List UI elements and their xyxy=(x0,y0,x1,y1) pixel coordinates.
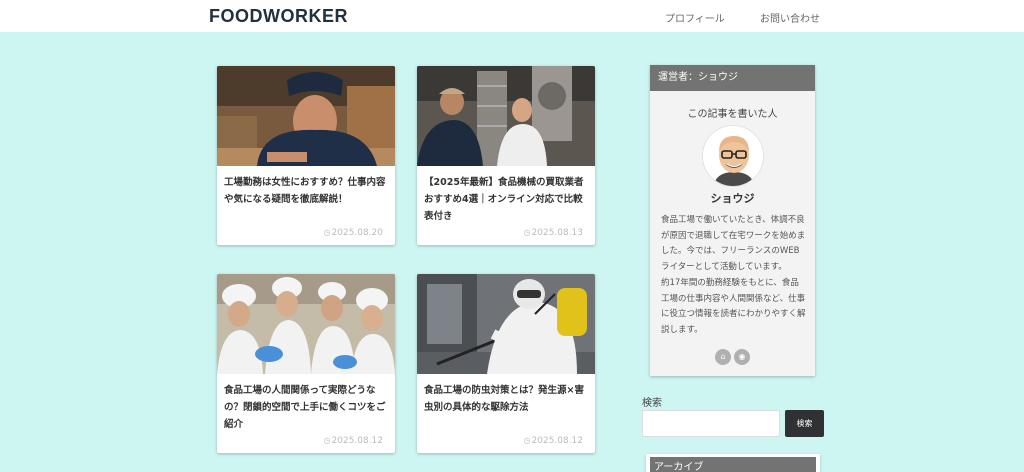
author-widget-header: 運営者：ショウジ xyxy=(650,65,815,91)
article-thumbnail[interactable] xyxy=(417,66,595,166)
author-bio: 食品工場で働いていたとき、体調不良が原因で退職して在宅ワークを始めました。今では… xyxy=(661,215,806,272)
article-thumbnail[interactable] xyxy=(217,274,395,374)
article-title[interactable]: 食品工場の防虫対策とは？発生源×害虫別の具体的な駆除方法 xyxy=(424,382,590,416)
nav-link-contact[interactable]: お問い合わせ xyxy=(760,10,820,25)
search-label: 検索 xyxy=(642,398,662,409)
avatar xyxy=(702,125,764,187)
search-button[interactable]: 検索 xyxy=(785,410,824,437)
article-date: ◷2025.08.13 xyxy=(523,228,583,238)
rss-icon[interactable]: ◉ xyxy=(734,349,750,365)
article-date: ◷2025.08.20 xyxy=(323,228,383,238)
archive-widget: アーカイブ xyxy=(646,454,820,472)
author-label: この記事を書いた人 xyxy=(687,109,778,120)
article-date: ◷2025.08.12 xyxy=(523,436,583,446)
article-thumbnail[interactable] xyxy=(217,66,395,166)
archive-widget-header: アーカイブ xyxy=(650,457,816,472)
article-title[interactable]: 食品工場の人間関係って実際どうなの？閉鎖的空間で上手に働くコツをご紹介 xyxy=(224,382,390,433)
site-logo[interactable]: FOODWORKER xyxy=(209,6,348,27)
article-card[interactable]: 食品工場の防虫対策とは？発生源×害虫別の具体的な駆除方法 ◷2025.08.12 xyxy=(417,274,595,453)
article-title[interactable]: 工場勤務は女性におすすめ？仕事内容や気になる疑問を徹底解説！ xyxy=(224,174,390,208)
author-name: ショウジ xyxy=(710,192,755,205)
article-thumbnail[interactable] xyxy=(417,274,595,374)
avatar-illustration xyxy=(703,126,763,186)
article-title[interactable]: 【2025年最新】食品機械の買取業者おすすめ4選｜オンライン対応で比較表付き xyxy=(424,174,590,225)
clock-icon: ◷ xyxy=(523,228,531,237)
author-widget: 運営者：ショウジ この記事を書いた人 ショウジ 食品工場で働いていたとき、体調不… xyxy=(650,65,815,376)
nav-link-profile[interactable]: プロフィール xyxy=(665,10,725,25)
article-date: ◷2025.08.12 xyxy=(323,436,383,446)
article-card[interactable]: 【2025年最新】食品機械の買取業者おすすめ4選｜オンライン対応で比較表付き ◷… xyxy=(417,66,595,245)
search-input[interactable] xyxy=(642,410,780,437)
home-icon[interactable]: ⌂ xyxy=(715,349,731,365)
site-header: FOODWORKER プロフィール お問い合わせ xyxy=(0,0,1024,32)
clock-icon: ◷ xyxy=(523,436,531,445)
clock-icon: ◷ xyxy=(323,436,331,445)
clock-icon: ◷ xyxy=(323,228,331,237)
article-card[interactable]: 食品工場の人間関係って実際どうなの？閉鎖的空間で上手に働くコツをご紹介 ◷202… xyxy=(217,274,395,453)
author-bio: 約17年間の勤務経験をもとに、食品工場の仕事内容や人間関係など、仕事に役立つ情報… xyxy=(661,278,806,335)
article-card[interactable]: 工場勤務は女性におすすめ？仕事内容や気になる疑問を徹底解説！ ◷2025.08.… xyxy=(217,66,395,245)
